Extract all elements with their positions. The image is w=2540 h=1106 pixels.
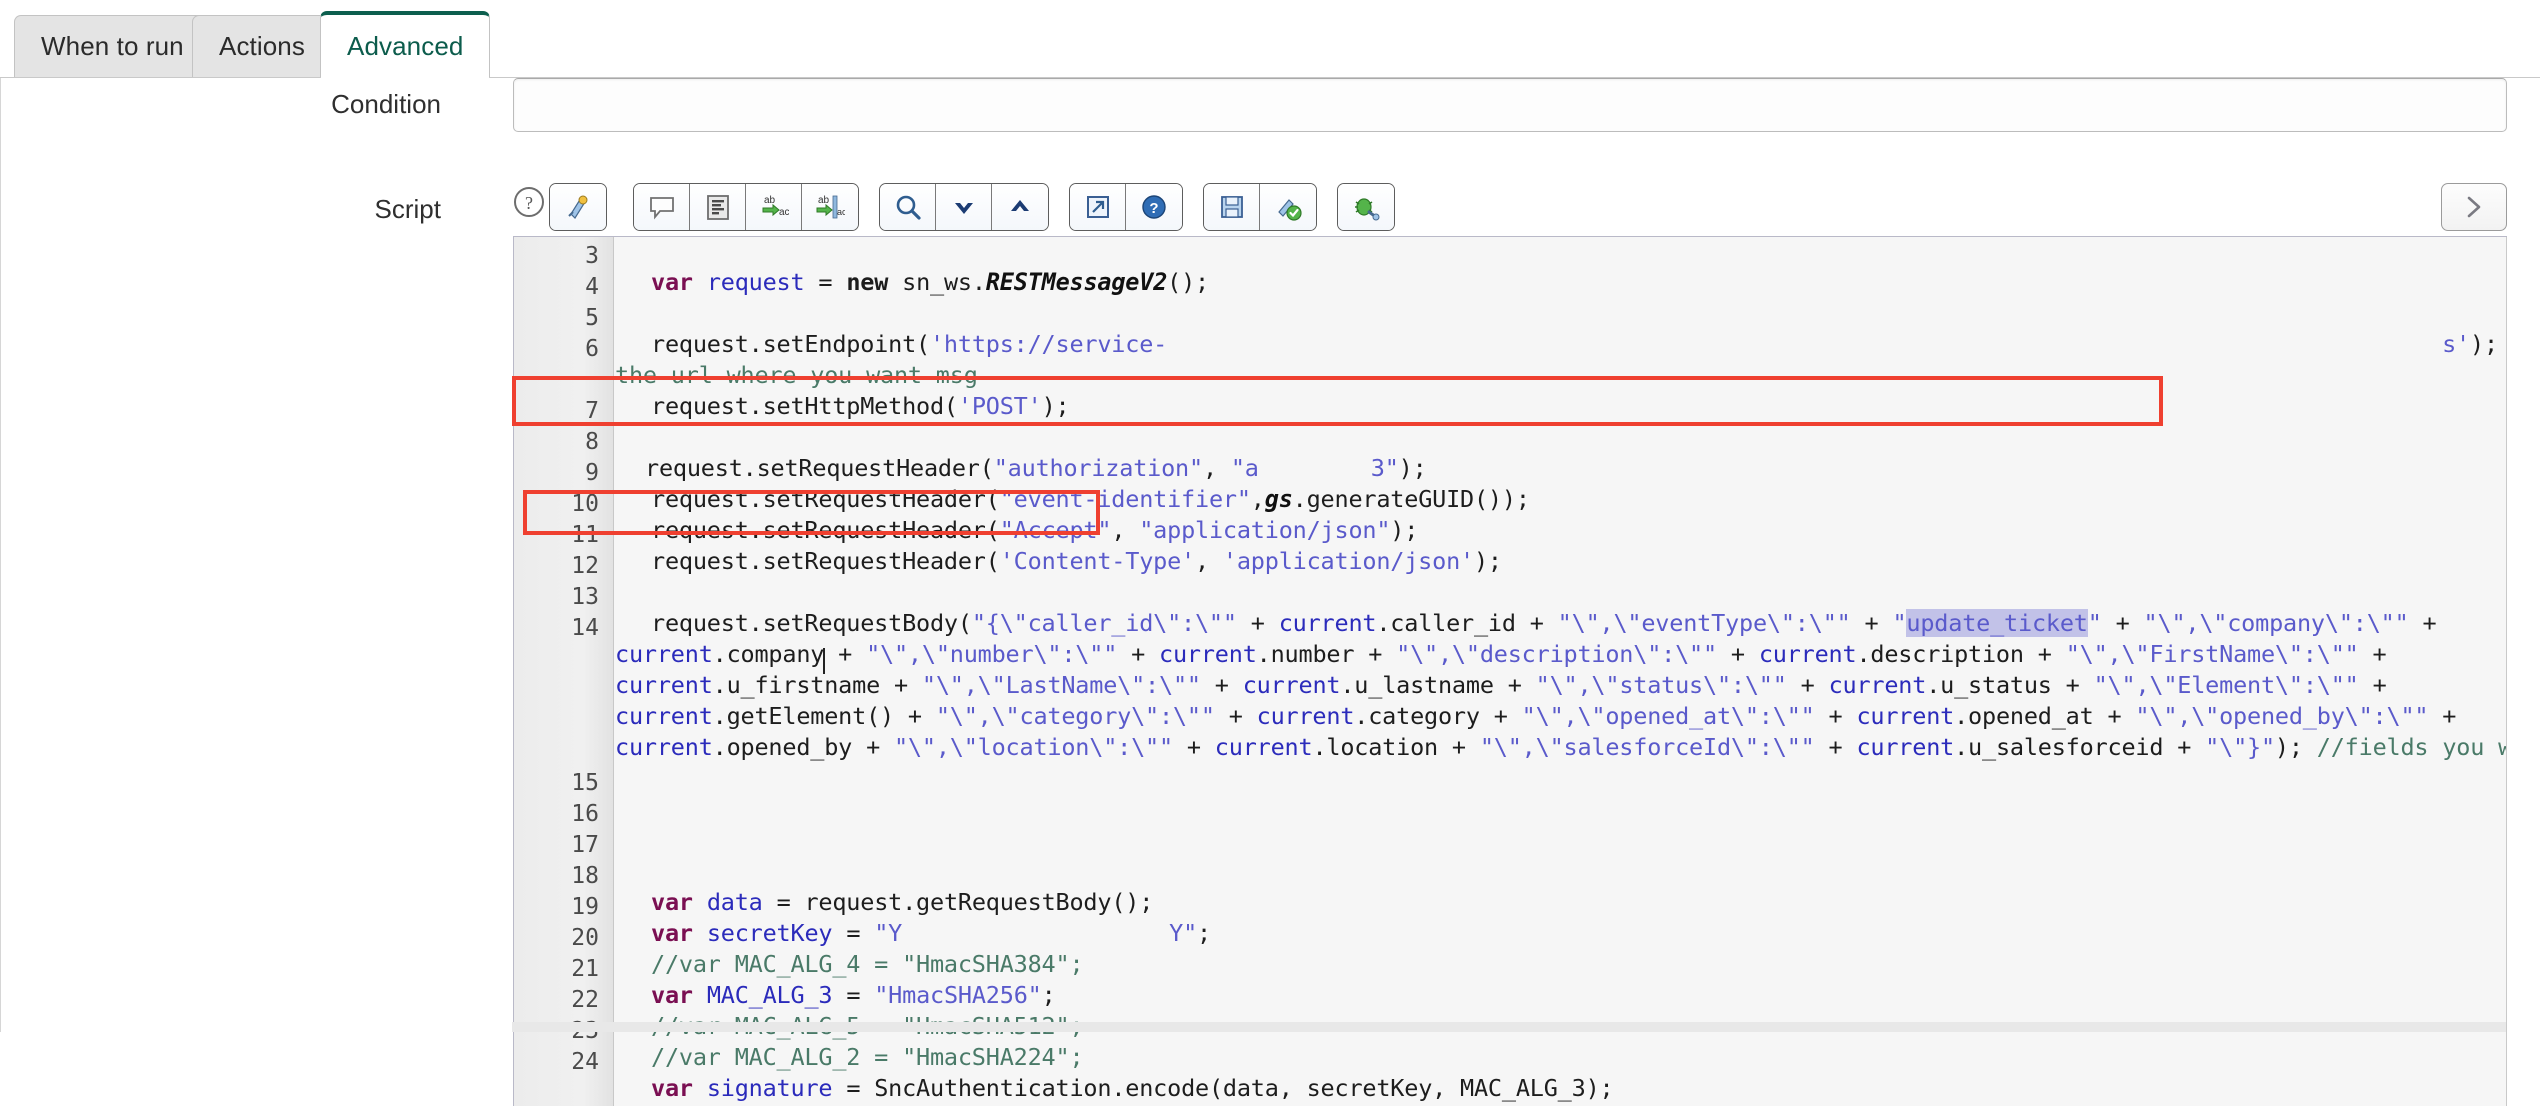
line-number: 13 [571,584,599,610]
line-number: 3 [585,243,599,269]
condition-label: Condition [231,89,441,120]
condition-input[interactable] [513,78,2507,132]
line-number: 22 [571,987,599,1013]
svg-text:ab: ab [818,195,830,206]
question-circle-icon[interactable]: ? [513,186,545,218]
svg-text:?: ? [525,193,533,213]
code-line-23: var signature = SncAuthentication.encode… [651,1073,1613,1104]
code-line-19: //var MAC_ALG_4 = "HmacSHA384"; [651,949,1083,980]
tab-advanced-label: Advanced [347,31,463,62]
line-number: 4 [585,274,599,300]
script-editor-toolbar: ab ac ab ac [549,183,2507,233]
comment-icon[interactable] [634,184,690,230]
toolbar-group-format [549,183,607,231]
line-number: 17 [571,832,599,858]
line-number: 16 [571,801,599,827]
validate-icon[interactable] [1260,184,1316,230]
line-number: 24 [571,1049,599,1075]
line-number: 7 [585,398,599,424]
text-caret [823,648,825,674]
script-label: Script [331,194,441,225]
code-line-14-wrap-3: current.getElement() + "\",\"category\":… [615,701,2456,732]
editor-gutter: 3 4 5 6 7 8 9 10 11 12 13 14 15 16 17 18… [514,237,614,1106]
tab-when-to-run-label: When to run [41,31,184,62]
editor-horizontal-scrollbar[interactable] [512,1022,2506,1032]
tab-actions-label: Actions [219,31,305,62]
tab-actions[interactable]: Actions [192,15,332,77]
toolbar-group-navigate: ? [1069,183,1183,231]
svg-text:ab: ab [764,195,776,206]
search-icon[interactable] [880,184,936,230]
save-icon[interactable] [1204,184,1260,230]
code-line-11: request.setRequestHeader("Accept", "appl… [651,515,1418,546]
goto-line-icon[interactable] [1070,184,1126,230]
code-line-4: var request = new sn_ws.RESTMessageV2(); [651,267,1209,298]
line-number: 8 [585,429,599,455]
svg-text:ac: ac [837,207,845,217]
expand-editor-button[interactable] [2441,183,2507,231]
line-number: 11 [571,522,599,548]
script-code-editor[interactable]: 3 4 5 6 7 8 9 10 11 12 13 14 15 16 17 18… [513,236,2507,1106]
line-number: 21 [571,956,599,982]
code-line-14-wrap-4: current.opened_by + "\",\"location\":\""… [615,732,2507,763]
svg-text:?: ? [1149,200,1158,217]
code-line-10: request.setRequestHeader("event-identifi… [651,484,1530,515]
format-code-icon[interactable] [690,184,746,230]
toolbar-group-debug [1337,183,1395,231]
line-number: 20 [571,925,599,951]
tab-when-to-run[interactable]: When to run [14,15,211,77]
code-line-6-wrap: the url where you want msg [615,360,978,391]
line-number: 12 [571,553,599,579]
find-previous-icon[interactable] [992,184,1048,230]
line-number: 6 [585,336,599,362]
toolbar-group-file [1203,183,1317,231]
code-line-6: request.setEndpoint('https://service-s')… [651,329,2507,360]
find-next-icon[interactable] [936,184,992,230]
line-number: 19 [571,894,599,920]
svg-text:ac: ac [779,207,789,218]
line-number: 18 [571,863,599,889]
tab-advanced[interactable]: Advanced [320,11,490,77]
code-line-22: //var MAC_ALG_2 = "HmacSHA224"; [651,1042,1083,1073]
editor-right-edge [2506,237,2507,1106]
syntax-check-icon[interactable] [550,184,606,230]
advanced-panel: Condition Script ? [0,78,2540,1032]
toolbar-group-search [879,183,1049,231]
code-line-7: request.setHttpMethod('POST'); [651,391,1069,422]
line-number: 14 [571,615,599,641]
code-line-14-wrap-2: current.u_firstname + "\",\"LastName\":\… [615,670,2387,701]
debug-bug-icon[interactable] [1338,184,1394,230]
code-line-17: var data = request.getRequestBody(); [651,887,1153,918]
code-line-12: request.setRequestHeader('Content-Type',… [651,546,1502,577]
code-line-20: var MAC_ALG_3 = "HmacSHA256"; [651,980,1056,1011]
help-info-icon[interactable]: ? [1126,184,1182,230]
line-number: 9 [585,460,599,486]
code-line-18: var secretKey = "YY"; [651,918,1211,949]
code-line-9: request.setRequestHeader("authorization"… [645,453,1427,484]
tab-strip: When to run Actions Advanced [0,0,2540,78]
toolbar-group-edit: ab ac ab ac [633,183,859,231]
line-number: 15 [571,770,599,796]
replace-all-icon[interactable]: ab ac [802,184,858,230]
line-number: 10 [571,491,599,517]
line-number: 5 [585,305,599,331]
code-line-14-wrap-1: current.company + "\",\"number\":\"" + c… [615,639,2387,670]
replace-icon[interactable]: ab ac [746,184,802,230]
editor-code-pane[interactable]: var request = new sn_ws.RESTMessageV2();… [615,237,2507,1106]
code-line-14: request.setRequestBody("{\"caller_id\":\… [651,608,2436,639]
